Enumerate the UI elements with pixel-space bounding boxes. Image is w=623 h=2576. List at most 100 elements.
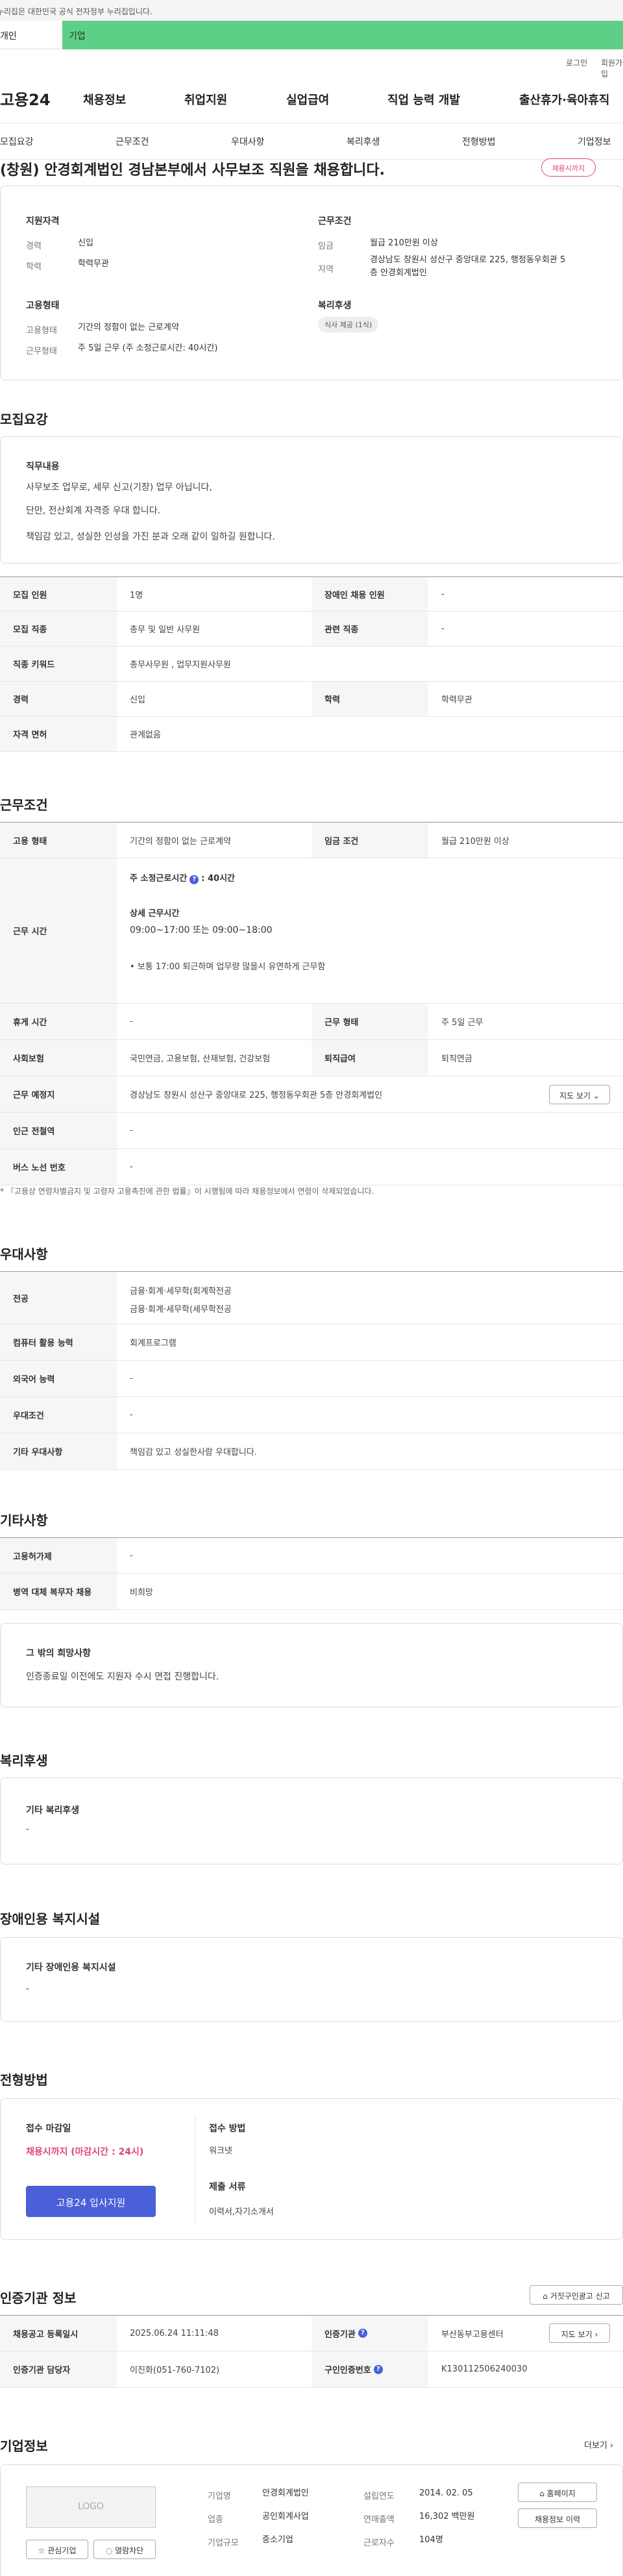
cert-no-value: K130112506240030 — [441, 2364, 528, 2374]
welfare-etc-heading: 기타 복리후생 — [26, 1805, 80, 1816]
table-row: 기타 우대사항 책임감 있고 성실한사람 우대합니다. — [0, 1433, 623, 1470]
keyword-value: 총무사무원 , 업무지원사무원 — [130, 660, 231, 670]
duty-card — [0, 436, 623, 564]
table-row: 경력 신입 학력 학력무관 — [0, 682, 623, 717]
welfare-etc-value: - — [26, 1824, 30, 1835]
wage-cond-label: 임금 조건 — [312, 823, 428, 858]
anchor-process[interactable]: 전형방법 — [462, 135, 496, 148]
nav-parental-leave[interactable]: 출산휴가·육아휴직 — [519, 91, 609, 108]
hiring-history-button[interactable]: 채용정보 이력 — [518, 2508, 597, 2528]
block-company-button[interactable]: ◌ 열람차단 — [93, 2540, 156, 2559]
method-value: 워크넷 — [209, 2146, 232, 2156]
welfare-section-title: 복리후생 — [0, 1753, 48, 1768]
employees-value: 104명 — [419, 2535, 443, 2545]
anchor-company[interactable]: 기업정보 — [578, 135, 611, 148]
anchor-conditions[interactable]: 근무조건 — [116, 135, 149, 148]
home-icon: ⌂ — [543, 2292, 550, 2301]
org-value: 부산동부고용센터 — [441, 2329, 504, 2340]
help-icon[interactable]: ? — [373, 2364, 383, 2374]
pref-section-title: 우대사항 — [0, 1246, 48, 1262]
qualification-heading: 지원자격 — [26, 216, 60, 227]
help-icon[interactable]: ? — [358, 2329, 367, 2338]
cert-no-label-text: 구인인증번호 — [324, 2366, 371, 2375]
company-more-link[interactable]: 더보기 › — [584, 2438, 613, 2451]
org-label-text: 인증기관 — [324, 2329, 356, 2340]
major-value-1: 금융·회계·세무학(회계학전공 — [130, 1287, 232, 1296]
weekly-hours-value: : 40시간 — [201, 874, 235, 884]
insurance-value: 국민연금, 고용보험, 산재보험, 건강보험 — [130, 1054, 271, 1064]
org-detail-button[interactable]: 지도 보기 › — [549, 2323, 610, 2343]
company-name-label: 기업명 — [208, 2492, 231, 2501]
disab-etc-heading: 기타 장애인용 복지시설 — [26, 1963, 116, 1973]
insurance-label: 사회보험 — [0, 1040, 117, 1076]
bus-label: 버스 노선 번호 — [0, 1149, 117, 1185]
job-title: (창원) 안경회계법인 경남본부에서 사무보조 직원을 채용합니다. — [0, 162, 385, 179]
company-size-value: 중소기업 — [262, 2535, 293, 2545]
favorite-company-button[interactable]: ☆ 관심기업 — [26, 2540, 88, 2559]
disab-section-title: 장애인용 복지시설 — [0, 1911, 101, 1927]
employment-type-label: 고용형태 — [26, 326, 57, 336]
employment-type-value: 기간의 정함이 없는 근로계약 — [78, 323, 179, 332]
deadline-badge: 채용시까지 — [541, 158, 596, 177]
login-link[interactable]: 로그인 — [566, 57, 587, 68]
table-row: 고용 형태 기간의 정함이 없는 근로계약 임금 조건 월급 210만원 이상 — [0, 822, 623, 858]
anchor-welfare[interactable]: 복리후생 — [347, 135, 380, 148]
wage-label: 임금 — [318, 242, 334, 251]
pc-skill-label: 컴퓨터 활용 능력 — [0, 1324, 117, 1360]
table-row: 휴게 시간 - 근무 형태 주 5일 근무 — [0, 1004, 623, 1040]
language-label: 외국어 능력 — [0, 1361, 117, 1396]
site-logo[interactable]: 고용24 — [0, 87, 51, 110]
docs-value: 이력서,자기소개서 — [209, 2207, 274, 2217]
anchor-preferences[interactable]: 우대사항 — [231, 135, 265, 148]
apply-button[interactable]: 고용24 입사지원 — [26, 2186, 156, 2217]
tab-company-label: 기업 — [69, 31, 86, 42]
etc-section-title: 기타사항 — [0, 1513, 48, 1528]
signup-link[interactable]: 회원가입 — [601, 57, 623, 79]
industry-label: 업종 — [208, 2515, 223, 2525]
conditions-section-title: 근무조건 — [0, 797, 48, 813]
tab-person[interactable]: 개인 — [0, 21, 62, 49]
tab-company[interactable]: 기업 — [62, 21, 623, 49]
process-section-title: 전형방법 — [0, 2072, 48, 2088]
other-wishes-value: 인증종료일 이전에도 지원자 수시 면접 진행합니다. — [26, 1672, 219, 1682]
pref-etc-value: 책임감 있고 성실한사람 우대합니다. — [130, 1448, 257, 1457]
map-view-button[interactable]: 지도 보기 ⌄ — [549, 1085, 610, 1104]
bus-value: - — [130, 1162, 133, 1172]
detail-hours-value: 09:00~17:00 또는 09:00~18:00 — [130, 925, 273, 935]
permit-label: 고용허가제 — [0, 1538, 117, 1573]
weekly-hours-label: 주 소정근로시간?: 40시간 — [130, 871, 235, 884]
education-table-label: 학력 — [312, 682, 428, 716]
method-heading: 접수 방법 — [209, 2124, 246, 2134]
reg-date-value: 2025.06.24 11:11:48 — [130, 2328, 219, 2338]
nav-skill-development[interactable]: 직업 능력 개발 — [387, 91, 460, 108]
rest-label: 휴게 시간 — [0, 1004, 117, 1039]
duty-heading: 직무내용 — [26, 462, 60, 472]
career-table-value: 신입 — [130, 695, 145, 705]
rest-value: - — [130, 1017, 133, 1026]
user-type-tabs: 개인 기업 — [0, 21, 623, 49]
founded-value: 2014. 02. 05 — [419, 2488, 473, 2498]
table-row: 모집 인원 1명 장애인 채용 인원 - — [0, 576, 623, 612]
recruit-count-value: 1명 — [130, 590, 143, 601]
nav-unemployment-benefit[interactable]: 실업급여 — [286, 91, 329, 108]
deadline-value: 채용시까지 (마감시간 : 24시) — [26, 2147, 144, 2157]
sales-value: 16,302 백만원 — [419, 2512, 475, 2521]
nav-employment-support[interactable]: 취업지원 — [184, 91, 227, 108]
table-row: 채용공고 등록일시 2025.06.24 11:11:48 인증기관? 부산동부… — [0, 2315, 623, 2351]
wform-value: 주 5일 근무 — [441, 1018, 483, 1028]
pc-skill-value: 회계프로그램 — [130, 1339, 177, 1348]
help-icon[interactable]: ? — [189, 875, 199, 884]
homepage-button[interactable]: ⌂ 홈페이지 — [518, 2483, 597, 2502]
hours-note: • 보통 17:00 퇴근하며 업무량 많을시 유연하게 근무함 — [130, 962, 326, 972]
education-label: 학력 — [26, 262, 42, 272]
job-category-label: 모집 직종 — [0, 612, 117, 646]
retire-value: 퇴직연금 — [441, 1054, 472, 1064]
nav-job-info[interactable]: 채용정보 — [83, 91, 126, 108]
table-row: 인증기관 담당자 이진화(051-760-7102) 구인인증번호? K1301… — [0, 2351, 623, 2388]
company-size-label: 기업규모 — [208, 2538, 239, 2548]
disab-card — [0, 1937, 623, 2022]
report-fake-ad-button[interactable]: ⌂ 거짓구인광고 신고 — [530, 2285, 623, 2305]
welfare-heading: 복리후생 — [318, 301, 352, 311]
table-row: 전공 — [0, 1271, 623, 1324]
anchor-recruit[interactable]: 모집요강 — [0, 135, 34, 148]
